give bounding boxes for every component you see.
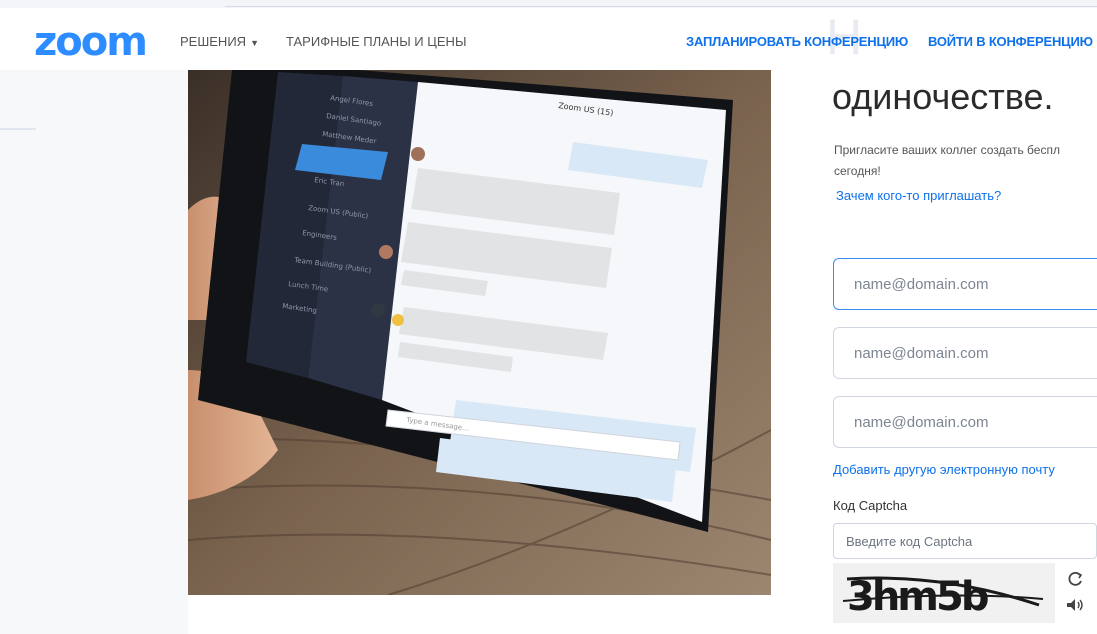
captcha-field[interactable] <box>833 523 1097 559</box>
refresh-icon[interactable] <box>1064 570 1086 588</box>
captcha-image-art: 3hm5b <box>842 574 1044 620</box>
invite-text-line-2: сегодня! <box>834 164 881 178</box>
top-strip <box>0 0 1097 8</box>
tablet-photo: Angel Flores Daniel Santiago Matthew Med… <box>188 70 771 595</box>
header: Н zoom РЕШЕНИЯ ▼ ТАРИФНЫЕ ПЛАНЫ И ЦЕНЫ ЗА… <box>0 8 1097 70</box>
captcha-image: 3hm5b <box>833 563 1055 623</box>
avatar <box>379 245 393 259</box>
invite-text: Пригласите ваших коллег создать беспл се… <box>834 140 1097 182</box>
page-heading: одиночестве. <box>832 76 1054 117</box>
invite-text-line-1: Пригласите ваших коллег создать беспл <box>834 143 1060 157</box>
left-panel <box>0 70 188 634</box>
email-field-1[interactable] <box>833 258 1097 310</box>
why-invite-link[interactable]: Зачем кого-то приглашать? <box>836 188 1001 203</box>
nav-join-meeting[interactable]: ВОЙТИ В КОНФЕРЕНЦИЮ <box>928 34 1093 49</box>
zoom-logo[interactable]: zoom <box>34 22 148 62</box>
add-email-link[interactable]: Добавить другую электронную почту <box>833 462 1055 477</box>
captcha-label: Код Captcha <box>833 498 908 513</box>
email-field-3[interactable] <box>833 396 1097 448</box>
emoji-icon <box>392 314 404 326</box>
audio-icon[interactable] <box>1064 596 1086 614</box>
chevron-down-icon: ▼ <box>250 38 259 48</box>
top-divider <box>225 6 1097 7</box>
email-input-3[interactable] <box>834 397 1094 447</box>
email-input-2[interactable] <box>834 328 1094 378</box>
tablet-photo-art: Angel Flores Daniel Santiago Matthew Med… <box>188 70 771 595</box>
nav-pricing[interactable]: ТАРИФНЫЕ ПЛАНЫ И ЦЕНЫ <box>286 34 466 49</box>
avatar <box>371 303 385 317</box>
avatar <box>411 147 425 161</box>
nav-solutions-label: РЕШЕНИЯ <box>180 34 247 49</box>
left-panel-edge <box>0 128 36 130</box>
nav-schedule-meeting[interactable]: ЗАПЛАНИРОВАТЬ КОНФЕРЕНЦИЮ <box>686 34 908 49</box>
nav-solutions[interactable]: РЕШЕНИЯ ▼ <box>180 34 259 49</box>
captcha-input[interactable] <box>834 524 1096 558</box>
email-input-1[interactable] <box>834 259 1094 309</box>
email-field-2[interactable] <box>833 327 1097 379</box>
